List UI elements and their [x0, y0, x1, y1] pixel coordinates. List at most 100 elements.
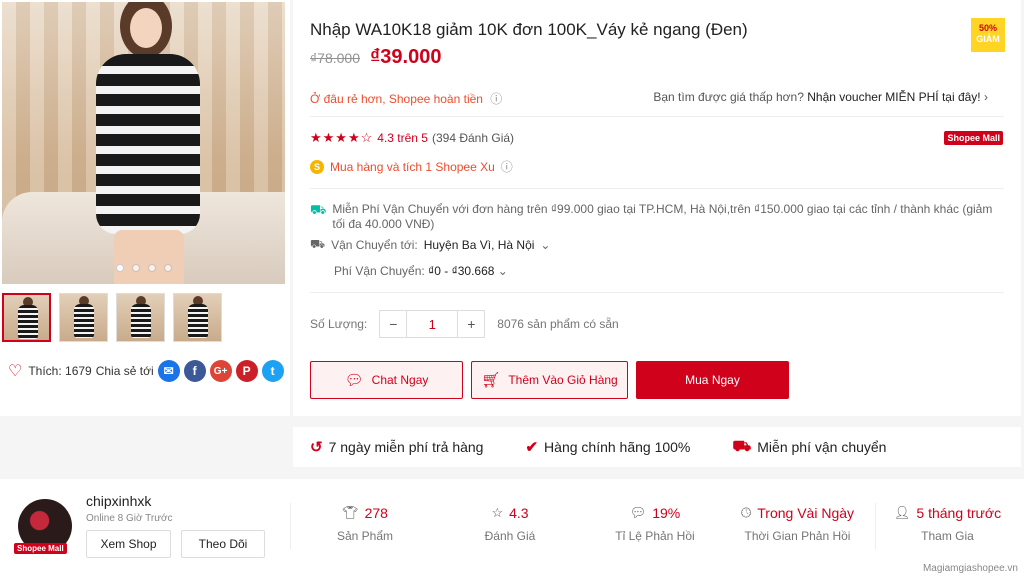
guarantee-label: 7 ngày miễn phí trả hàng — [328, 439, 484, 455]
chat-now-button[interactable]: 💬︎ Chat Ngay — [310, 361, 463, 399]
chat-icon: 💬︎ — [344, 372, 364, 389]
shield-check-icon: ✔ — [525, 439, 539, 456]
google-plus-icon[interactable]: G+ — [209, 360, 232, 382]
quantity-label: Số Lượng: — [310, 317, 368, 331]
ship-to-label: Vận Chuyển tới: — [331, 238, 418, 252]
decrement-button[interactable]: − — [380, 311, 406, 337]
thumbnail[interactable] — [59, 293, 108, 342]
voucher-prefix: Bạn tìm được giá thấp hơn? — [653, 90, 804, 104]
thumbnail-strip — [2, 293, 222, 342]
buy-now-button[interactable]: Mua Ngay — [636, 361, 789, 399]
stat-label: Đánh Giá — [484, 529, 536, 543]
clock-icon: 🕓︎ — [740, 505, 752, 520]
chevron-down-icon[interactable]: ⌄ — [498, 264, 508, 278]
price-row: ₫78.000 ₫39.000 — [310, 46, 441, 69]
stat-value: 278 — [364, 505, 388, 521]
add-to-cart-button[interactable]: 🛒︎ Thêm Vào Giỏ Hàng — [471, 361, 628, 399]
guarantee-label: Miễn phí vận chuyển — [757, 439, 887, 455]
likes-count: Thích: 1679 — [28, 364, 92, 378]
shop-stat-rating: ☆ 4.3 Đánh Giá — [465, 505, 555, 543]
buy-button-label: Mua Ngay — [685, 373, 740, 387]
stat-label: Tỉ Lệ Phản Hồi — [615, 529, 695, 543]
view-shop-button[interactable]: Xem Shop — [86, 530, 171, 558]
ship-fee-label: Phí Vận Chuyển: — [334, 264, 425, 278]
guarantee-item: ⛟ Miễn phí vận chuyển — [732, 438, 886, 457]
carousel-dot[interactable] — [163, 264, 172, 272]
thumbnail[interactable] — [173, 293, 222, 342]
product-info-panel: Nhập WA10K18 giảm 10K đơn 100K_Váy kẻ ng… — [293, 0, 1021, 416]
messenger-icon[interactable]: ✉ — [157, 360, 180, 382]
voucher-link[interactable]: Bạn tìm được giá thấp hơn? Nhận voucher … — [653, 90, 988, 104]
facebook-icon[interactable]: f — [183, 360, 206, 382]
carousel-dot[interactable] — [131, 264, 140, 272]
shirt-icon: 👕︎ — [342, 505, 359, 520]
product-title: Nhập WA10K18 giảm 10K đơn 100K_Váy kẻ ng… — [310, 20, 748, 39]
shop-online-status: Online 8 Giờ Trước — [86, 513, 173, 524]
stat-value: 5 tháng trước — [916, 505, 1002, 521]
guarantees-bar: ↺ 7 ngày miễn phí trả hàng ✔ Hàng chính … — [293, 427, 1021, 467]
shop-stat-joined: 👤︎ 5 tháng trước Tham Gia — [885, 505, 1010, 543]
discount-percent: 50% — [978, 23, 997, 33]
guarantee-label: Hàng chính hãng 100% — [544, 439, 691, 455]
stat-label: Thời Gian Phản Hồi — [744, 529, 851, 543]
help-icon[interactable]: ⓘ — [501, 158, 513, 175]
chat-icon: 💬︎ — [629, 505, 647, 520]
share-label: Chia sẻ tới — [95, 364, 154, 378]
rating-count: (394 Đánh Giá) — [431, 131, 515, 145]
ship-fee-value[interactable]: ₫0 - ₫30.668 — [428, 264, 494, 278]
discount-label: GIẢM — [976, 34, 1000, 44]
cart-icon: 🛒︎ — [481, 372, 501, 389]
quantity-row: Số Lượng: − 1 + 8076 sản phẩm có sẵn — [310, 310, 619, 338]
chevron-right-icon: › — [984, 90, 988, 104]
chevron-down-icon[interactable]: ⌄ — [540, 238, 550, 252]
ship-fee-row[interactable]: Phí Vận Chuyển: ₫0 - ₫30.668 ⌄ — [334, 264, 508, 278]
star-rating-icon: ★★★★☆ — [310, 130, 374, 145]
voucher-link-text[interactable]: Nhận voucher MIỄN PHÍ tại đây! — [807, 90, 980, 104]
shopee-mall-badge: Shopee Mall — [944, 131, 1003, 145]
price-guarantee[interactable]: Ở đâu rẻ hơn, Shopee hoàn tiền ⓘ — [310, 90, 502, 107]
divider — [310, 116, 1004, 117]
user-icon: 👤︎ — [893, 505, 911, 520]
quantity-stepper: − 1 + — [379, 310, 486, 338]
social-bar: ♡ Thích: 1679 Chia sẻ tới ✉ f G+ P t — [8, 360, 284, 382]
twitter-icon[interactable]: t — [261, 360, 284, 382]
coin-icon: S — [310, 159, 324, 174]
shop-name[interactable]: chipxinhxk — [86, 493, 151, 509]
guarantee-item: ✔ Hàng chính hãng 100% — [525, 438, 690, 456]
divider — [290, 503, 291, 549]
rating-score: 4.3 trên 5 — [377, 131, 428, 145]
truck-icon: ⛟ — [732, 437, 752, 455]
free-shipping-text: Miễn Phí Vận Chuyển với đơn hàng trên ₫9… — [332, 202, 993, 231]
increment-button[interactable]: + — [458, 311, 484, 337]
free-shipping-info: ⛟ Miễn Phí Vận Chuyển với đơn hàng trên … — [310, 202, 1004, 232]
quantity-input[interactable]: 1 — [406, 311, 459, 337]
main-product-image[interactable] — [2, 2, 285, 284]
help-icon[interactable]: ⓘ — [490, 92, 502, 106]
shop-stat-products: 👕︎ 278 Sản Phẩm — [320, 505, 410, 543]
product-gallery: ♡ Thích: 1679 Chia sẻ tới ✉ f G+ P t — [0, 0, 290, 416]
guarantee-item: ↺ 7 ngày miễn phí trả hàng — [310, 438, 483, 456]
carousel-dots — [2, 264, 285, 272]
shopee-xu-info: S Mua hàng và tích 1 Shopee Xu ⓘ — [310, 158, 513, 175]
pinterest-icon[interactable]: P — [235, 360, 258, 382]
thumbnail[interactable] — [116, 293, 165, 342]
cart-button-label: Thêm Vào Giỏ Hàng — [508, 373, 618, 387]
watermark: Magiamgiashopee.vn — [922, 563, 1018, 574]
carousel-dot[interactable] — [147, 264, 156, 272]
ship-to-row[interactable]: ⛟ Vận Chuyển tới: Huyện Ba Vì, Hà Nội ⌄ — [310, 237, 550, 253]
follow-button[interactable]: Theo Dõi — [181, 530, 265, 558]
truck-icon: ⛟ — [310, 202, 327, 217]
thumbnail[interactable] — [2, 293, 51, 342]
carousel-dot[interactable] — [115, 264, 124, 272]
rating-summary[interactable]: ★★★★☆ 4.3 trên 5 (394 Đánh Giá) — [310, 130, 514, 146]
divider — [310, 188, 1004, 189]
stock-available: 8076 sản phẩm có sẵn — [497, 317, 619, 331]
heart-icon[interactable]: ♡ — [8, 361, 22, 381]
ship-to-value[interactable]: Huyện Ba Vì, Hà Nội — [424, 238, 535, 252]
stat-label: Sản Phẩm — [336, 529, 394, 543]
return-icon: ↺ — [310, 439, 323, 456]
shop-mall-tag: Shopee Mall — [14, 543, 67, 554]
delivery-icon: ⛟ — [310, 237, 326, 251]
sale-price: ₫39.000 — [370, 46, 442, 68]
star-icon: ☆ — [491, 505, 504, 520]
